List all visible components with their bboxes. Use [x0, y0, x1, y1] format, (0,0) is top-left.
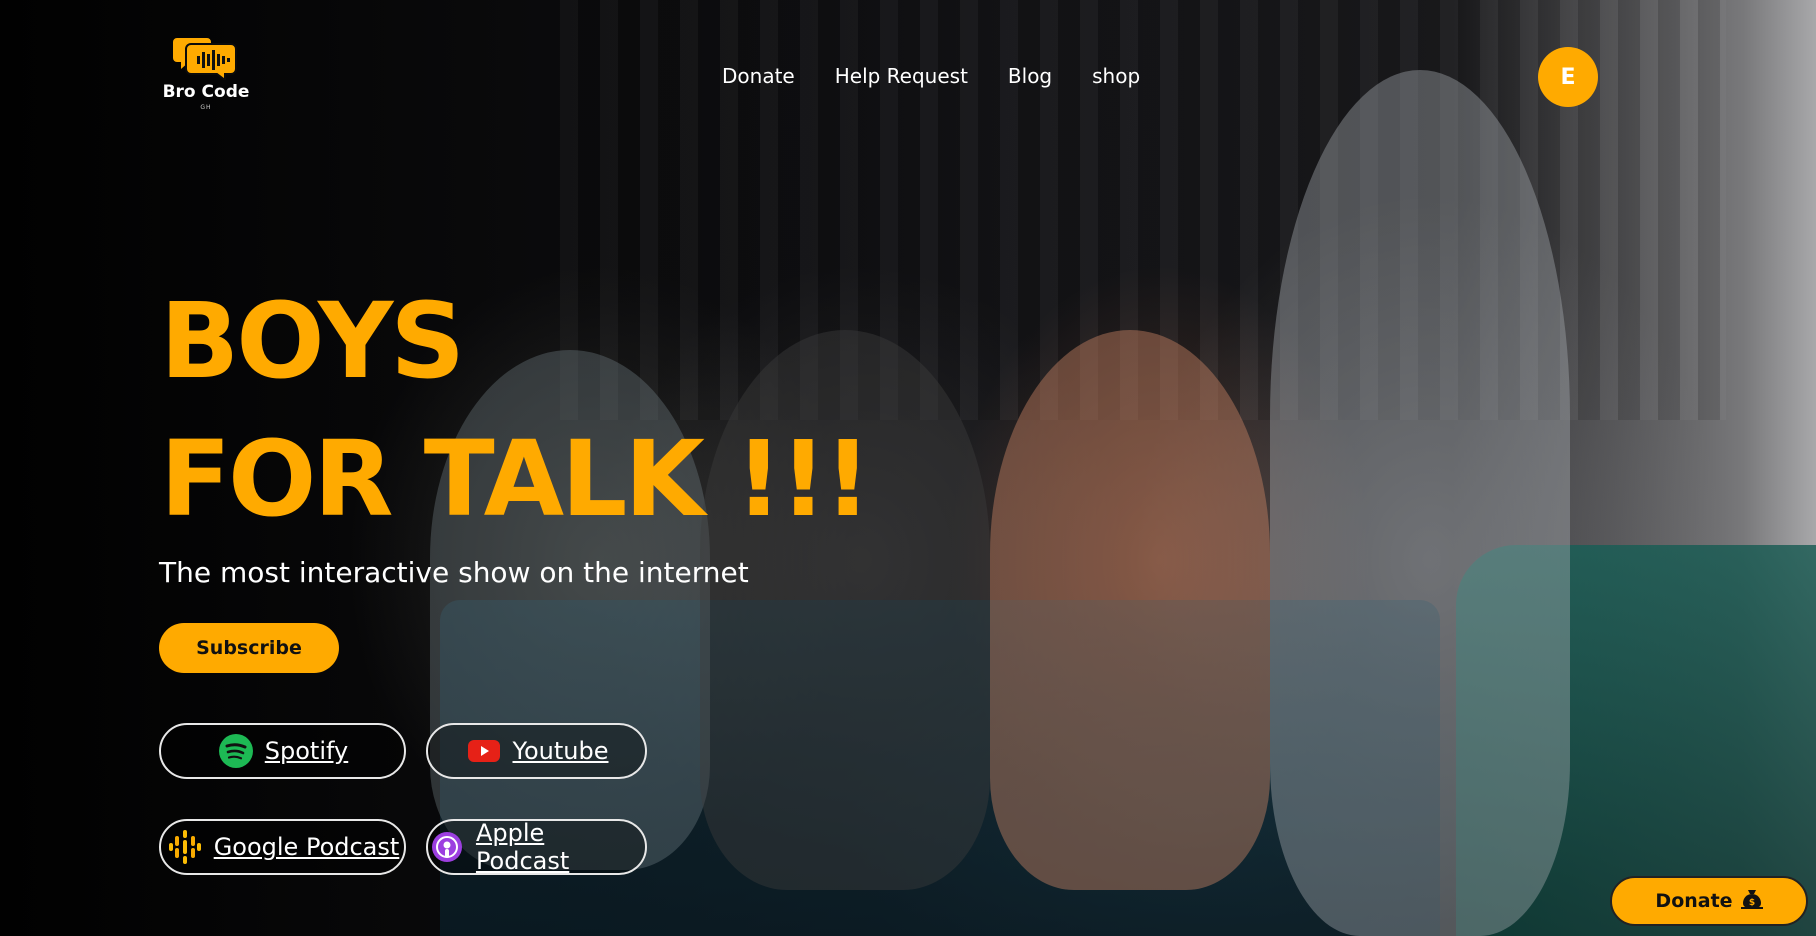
- apple-podcast-button[interactable]: Apple Podcast: [426, 819, 647, 875]
- chat-bubble-soundwave-icon: [173, 34, 239, 82]
- spotify-button[interactable]: Spotify: [159, 723, 406, 779]
- youtube-button[interactable]: Youtube: [426, 723, 647, 779]
- nav-blog[interactable]: Blog: [1008, 64, 1052, 88]
- hero-tagline: The most interactive show on the interne…: [159, 556, 749, 589]
- host-3-figure: [990, 330, 1270, 890]
- brand-sub: GH: [200, 104, 212, 111]
- host-4-figure: [1270, 70, 1570, 936]
- nav-help-request[interactable]: Help Request: [835, 64, 968, 88]
- google-podcast-button[interactable]: Google Podcast: [159, 819, 406, 875]
- brand-name: Bro Code: [162, 82, 250, 102]
- youtube-icon: [465, 732, 503, 770]
- google-podcast-label: Google Podcast: [213, 833, 400, 861]
- spotify-icon: [217, 732, 255, 770]
- nav-donate[interactable]: Donate: [722, 64, 795, 88]
- headline-line-2: FOR TALK !!!: [160, 418, 871, 540]
- youtube-label: Youtube: [512, 737, 609, 765]
- google-podcast-icon: [166, 828, 204, 866]
- apple-podcast-icon: [428, 828, 466, 866]
- spotify-label: Spotify: [264, 737, 349, 765]
- user-avatar[interactable]: E: [1538, 47, 1598, 107]
- headline-line-1: BOYS: [160, 280, 465, 402]
- money-bag-icon: $: [1740, 888, 1763, 915]
- main-nav: Donate Help Request Blog shop: [722, 64, 1140, 88]
- brand-logo[interactable]: Bro Code GH: [160, 34, 252, 111]
- subscribe-button[interactable]: Subscribe: [159, 623, 339, 673]
- floating-donate-label: Donate: [1655, 890, 1733, 912]
- apple-podcast-label: Apple Podcast: [475, 819, 570, 875]
- nav-shop[interactable]: shop: [1092, 64, 1140, 88]
- svg-text:$: $: [1748, 898, 1754, 908]
- hero-headline: BOYS FOR TALK !!!: [160, 272, 871, 548]
- floating-donate-button[interactable]: Donate $: [1610, 876, 1808, 926]
